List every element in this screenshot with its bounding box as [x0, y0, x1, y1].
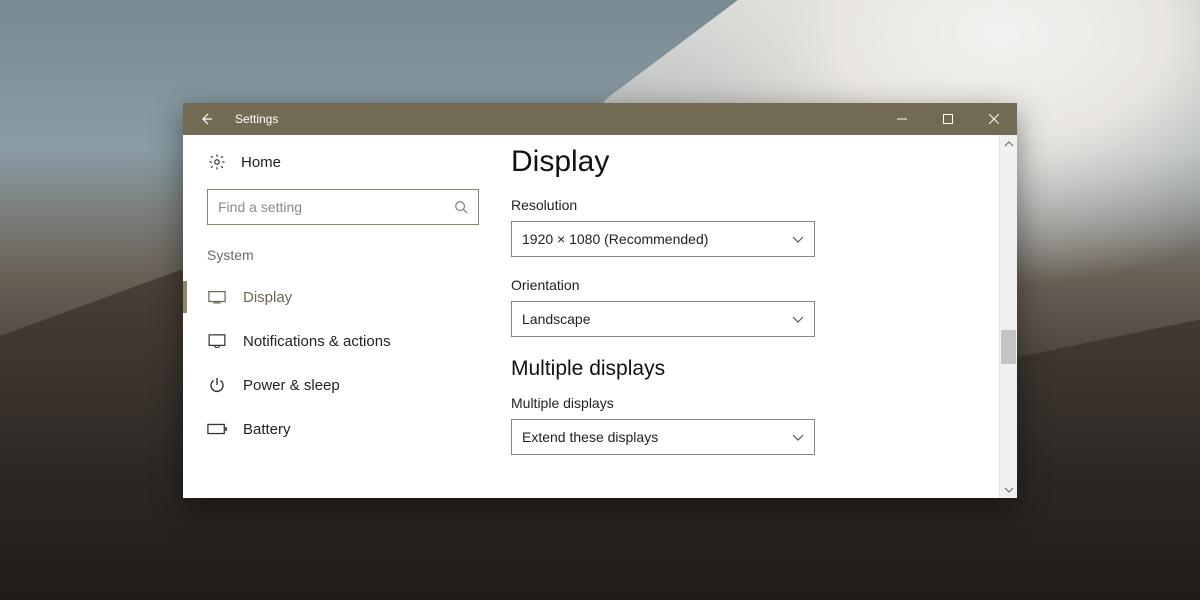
monitor-icon: [207, 290, 227, 304]
resolution-label: Resolution: [511, 197, 1001, 213]
orientation-label: Orientation: [511, 277, 1001, 293]
multiple-displays-section-title: Multiple displays: [511, 357, 1001, 381]
battery-icon: [207, 423, 227, 435]
main-content: Display Resolution 1920 × 1080 (Recommen…: [503, 135, 1017, 498]
scroll-up-button[interactable]: [1000, 135, 1017, 152]
maximize-button[interactable]: [925, 103, 971, 135]
back-button[interactable]: [183, 103, 231, 135]
close-button[interactable]: [971, 103, 1017, 135]
desktop-wallpaper: Settings: [0, 0, 1200, 600]
orientation-select[interactable]: Landscape: [511, 301, 815, 337]
scrollbar-track[interactable]: [1000, 152, 1017, 481]
scrollbar-thumb[interactable]: [1001, 330, 1016, 364]
sidebar-item-label: Battery: [243, 421, 291, 438]
sidebar-item-battery[interactable]: Battery: [183, 407, 503, 451]
sidebar: Home System: [183, 135, 503, 498]
scrollbar[interactable]: [999, 135, 1017, 498]
settings-window: Settings: [183, 103, 1017, 498]
minimize-button[interactable]: [879, 103, 925, 135]
window-title: Settings: [231, 112, 278, 126]
multiple-displays-value: Extend these displays: [522, 429, 658, 445]
multiple-displays-label: Multiple displays: [511, 395, 1001, 411]
nav-group-label: System: [183, 247, 503, 275]
gear-icon: [207, 153, 227, 171]
sidebar-item-power-sleep[interactable]: Power & sleep: [183, 363, 503, 407]
power-icon: [207, 377, 227, 393]
home-button[interactable]: Home: [183, 153, 503, 189]
notification-icon: [207, 334, 227, 348]
home-label: Home: [241, 154, 281, 171]
resolution-value: 1920 × 1080 (Recommended): [522, 231, 708, 247]
arrow-left-icon: [199, 111, 215, 127]
maximize-icon: [943, 114, 953, 124]
search-input[interactable]: [208, 199, 444, 215]
page-title: Display: [511, 145, 1001, 179]
minimize-icon: [897, 114, 907, 124]
sidebar-item-label: Display: [243, 289, 292, 306]
chevron-up-icon: [1004, 141, 1014, 147]
resolution-select[interactable]: 1920 × 1080 (Recommended): [511, 221, 815, 257]
sidebar-item-label: Notifications & actions: [243, 333, 391, 350]
search-input-wrapper[interactable]: [207, 189, 479, 225]
chevron-down-icon: [792, 231, 804, 247]
titlebar: Settings: [183, 103, 1017, 135]
search-icon: [444, 200, 478, 214]
close-icon: [989, 114, 999, 124]
chevron-down-icon: [792, 311, 804, 327]
sidebar-item-display[interactable]: Display: [183, 275, 503, 319]
orientation-value: Landscape: [522, 311, 591, 327]
chevron-down-icon: [1004, 487, 1014, 493]
multiple-displays-select[interactable]: Extend these displays: [511, 419, 815, 455]
sidebar-item-notifications[interactable]: Notifications & actions: [183, 319, 503, 363]
sidebar-item-label: Power & sleep: [243, 377, 340, 394]
chevron-down-icon: [792, 429, 804, 445]
scroll-down-button[interactable]: [1000, 481, 1017, 498]
